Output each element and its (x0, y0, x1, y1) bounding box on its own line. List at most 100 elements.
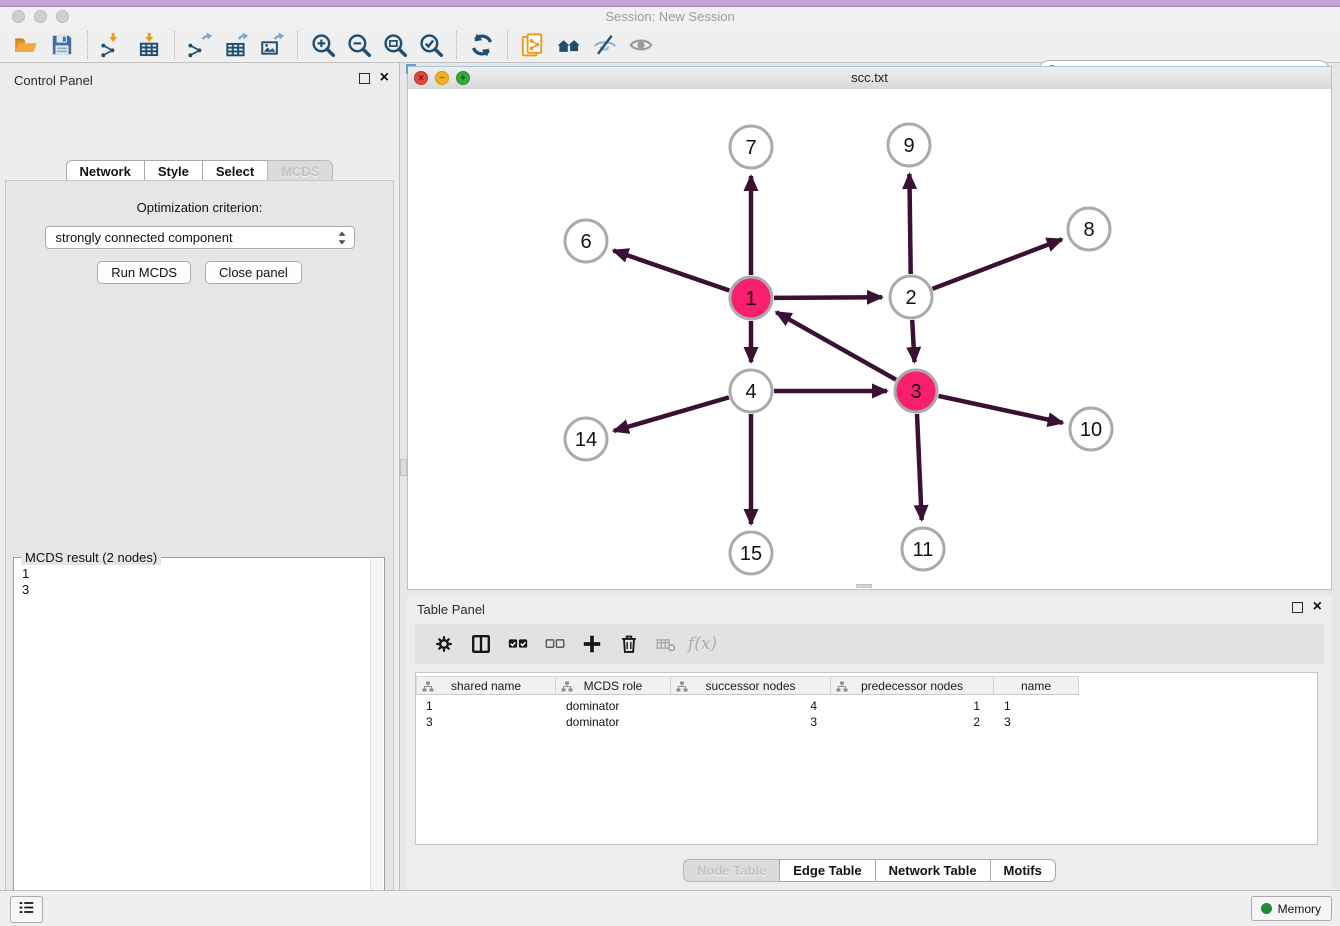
edge-3-10[interactable] (939, 396, 1063, 423)
cell-predecessor-nodes[interactable]: 2 (831, 715, 994, 729)
memory-button[interactable]: Memory (1251, 896, 1332, 921)
table-row[interactable]: 1dominator411 (416, 698, 1317, 714)
close-table-panel-icon[interactable]: × (1313, 601, 1322, 613)
export-table-icon[interactable] (218, 29, 254, 61)
cell-successor-nodes[interactable]: 3 (671, 715, 831, 729)
zoom-fit-icon[interactable] (377, 29, 413, 61)
node-7[interactable]: 7 (730, 126, 772, 168)
svg-text:7: 7 (745, 137, 756, 159)
close-window-button[interactable] (12, 10, 25, 23)
svg-text:9: 9 (903, 135, 914, 157)
node-11[interactable]: 11 (902, 528, 944, 570)
edge-3-1[interactable] (776, 312, 896, 380)
table-row[interactable]: 3dominator323 (416, 714, 1317, 730)
float-table-panel-icon[interactable] (1292, 602, 1303, 613)
home-layout-icon[interactable] (551, 29, 587, 61)
column-header-name[interactable]: name (994, 676, 1079, 695)
cell-shared-name[interactable]: 1 (416, 699, 556, 713)
task-list-icon (18, 900, 35, 920)
node-1[interactable]: 1 (730, 277, 772, 319)
control-panel-title: Control Panel (14, 73, 93, 88)
svg-text:3: 3 (910, 381, 921, 403)
memory-status-icon (1261, 903, 1272, 914)
result-scrollbar[interactable] (370, 559, 383, 926)
node-9[interactable]: 9 (888, 124, 930, 166)
task-history-button[interactable] (10, 896, 43, 923)
cell-shared-name[interactable]: 3 (416, 715, 556, 729)
node-3[interactable]: 3 (895, 370, 937, 412)
hierarchy-icon (676, 681, 688, 696)
edge-3-11[interactable] (917, 414, 922, 520)
cell-mcds-role[interactable]: dominator (556, 699, 671, 713)
memory-button-label: Memory (1278, 902, 1321, 916)
float-panel-icon[interactable] (359, 73, 370, 84)
panel-splitter-handle[interactable] (400, 459, 407, 476)
cell-name[interactable]: 3 (994, 715, 1079, 729)
save-session-icon[interactable] (44, 29, 80, 61)
deselect-all-icon[interactable] (536, 627, 573, 661)
zoom-window-button[interactable] (56, 10, 69, 23)
network-file-icon[interactable] (515, 29, 551, 61)
close-panel-button[interactable]: Close panel (205, 261, 302, 284)
show-eye-icon[interactable] (623, 29, 659, 61)
close-panel-icon[interactable]: × (380, 72, 389, 84)
refresh-layout-icon[interactable] (464, 29, 500, 61)
node-4[interactable]: 4 (730, 370, 772, 412)
close-view-button[interactable]: × (414, 71, 428, 85)
tab-edge-table[interactable]: Edge Table (779, 859, 875, 882)
column-header-successor-nodes[interactable]: successor nodes (671, 676, 831, 695)
node-10[interactable]: 10 (1070, 408, 1112, 450)
tab-node-table[interactable]: Node Table (683, 859, 780, 882)
import-network-icon[interactable] (95, 29, 131, 61)
window-controls[interactable] (12, 10, 69, 23)
cell-mcds-role[interactable]: dominator (556, 715, 671, 729)
edge-2-9[interactable] (909, 174, 910, 274)
table-panel-title: Table Panel (417, 602, 485, 617)
column-header-mcds-role[interactable]: MCDS role (556, 676, 671, 695)
node-8[interactable]: 8 (1068, 208, 1110, 250)
add-column-icon[interactable] (573, 627, 610, 661)
canvas-splitter-handle[interactable] (856, 584, 872, 588)
column-header-shared-name[interactable]: shared name (416, 676, 556, 695)
hide-details-icon[interactable] (587, 29, 623, 61)
run-mcds-button[interactable]: Run MCDS (97, 261, 191, 284)
zoom-selected-icon[interactable] (413, 29, 449, 61)
tab-motifs[interactable]: Motifs (990, 859, 1056, 882)
edge-2-3[interactable] (912, 320, 914, 362)
zoom-in-icon[interactable] (305, 29, 341, 61)
column-manager-icon[interactable] (462, 627, 499, 661)
maximize-view-button[interactable]: + (456, 71, 470, 85)
cell-successor-nodes[interactable]: 4 (671, 699, 831, 713)
minimize-window-button[interactable] (34, 10, 47, 23)
edge-4-14[interactable] (614, 397, 729, 431)
edge-1-2[interactable] (774, 297, 882, 298)
export-network-icon[interactable] (182, 29, 218, 61)
minimize-view-button[interactable]: − (435, 71, 449, 85)
import-table-icon[interactable] (131, 29, 167, 61)
export-image-icon[interactable] (254, 29, 290, 61)
cell-predecessor-nodes[interactable]: 1 (831, 699, 994, 713)
column-header-predecessor-nodes[interactable]: predecessor nodes (831, 676, 994, 695)
hierarchy-icon (561, 681, 573, 696)
node-14[interactable]: 14 (565, 418, 607, 460)
svg-text:6: 6 (580, 231, 591, 253)
svg-text:11: 11 (913, 539, 934, 561)
edge-1-6[interactable] (613, 251, 729, 291)
edge-2-8[interactable] (933, 239, 1062, 288)
criterion-select[interactable]: strongly connected component (45, 226, 355, 249)
open-session-icon[interactable] (8, 29, 44, 61)
node-2[interactable]: 2 (890, 276, 932, 318)
network-canvas[interactable]: 1 2 3 4 6 7 8 9 10 11 14 15 (408, 89, 1331, 589)
node-15[interactable]: 15 (730, 532, 772, 574)
node-6[interactable]: 6 (565, 220, 607, 262)
svg-text:1: 1 (745, 288, 756, 310)
tab-network-table[interactable]: Network Table (875, 859, 991, 882)
delete-column-icon[interactable] (610, 627, 647, 661)
table-panel: Table Panel × f(x) shared nameMCDS roles… (407, 595, 1332, 890)
toolbar-separator (87, 31, 88, 59)
table-options-icon[interactable] (425, 627, 462, 661)
zoom-out-icon[interactable] (341, 29, 377, 61)
cell-name[interactable]: 1 (994, 699, 1079, 713)
criterion-select-value: strongly connected component (56, 230, 233, 245)
select-all-icon[interactable] (499, 627, 536, 661)
